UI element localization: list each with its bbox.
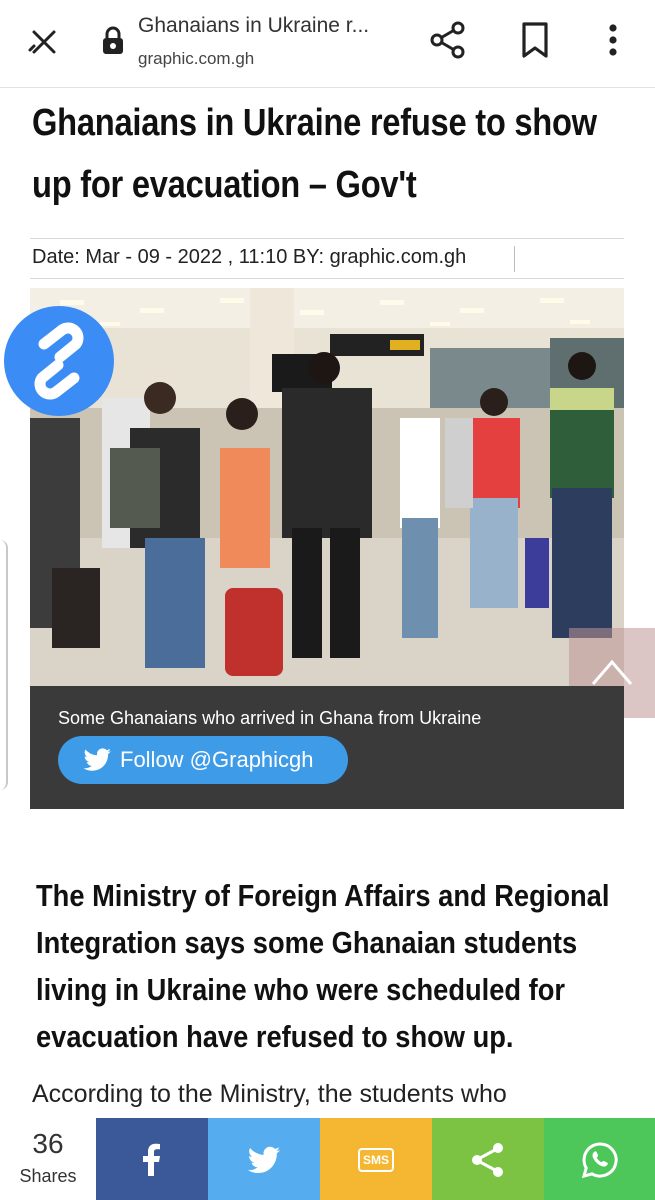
divider — [30, 238, 624, 239]
lock-icon[interactable] — [100, 26, 126, 56]
twitter-icon — [247, 1146, 280, 1173]
share-bar: 36 Shares SMS — [0, 1118, 655, 1200]
airport-crowd-image — [30, 288, 624, 686]
article-paragraph: According to the Ministry, the students … — [32, 1080, 507, 1108]
page-title[interactable]: Ghanaians in Ukraine r... — [138, 14, 369, 38]
divider — [30, 278, 624, 279]
shazam-floating-button[interactable] — [4, 306, 114, 416]
follow-label: Follow @Graphicgh — [120, 747, 314, 772]
whatsapp-share-button[interactable] — [544, 1118, 655, 1200]
sms-icon: SMS — [358, 1148, 394, 1172]
divider — [514, 246, 515, 272]
photo-caption-box: Some Ghanaians who arrived in Ghana from… — [30, 686, 624, 809]
edge-panel-handle[interactable] — [0, 540, 8, 790]
article-lead: The Ministry of Foreign Affairs and Regi… — [36, 878, 610, 1054]
generic-share-button[interactable] — [432, 1118, 544, 1200]
bookmark-icon[interactable] — [518, 20, 552, 60]
twitter-bird-icon — [83, 748, 111, 771]
shazam-icon — [34, 322, 84, 400]
share-count-label: Shares — [19, 1166, 77, 1186]
article-meta: Date: Mar - 09 - 2022 , 11:10 BY: graphi… — [32, 246, 467, 268]
photo-caption: Some Ghanaians who arrived in Ghana from… — [58, 708, 482, 728]
article-photo[interactable] — [30, 288, 624, 686]
close-icon[interactable] — [26, 24, 62, 60]
more-vertical-icon[interactable] — [598, 18, 628, 62]
facebook-share-button[interactable] — [96, 1118, 208, 1200]
twitter-share-button[interactable] — [208, 1118, 320, 1200]
share-icon — [472, 1143, 503, 1177]
follow-twitter-button[interactable]: Follow @Graphicgh — [58, 736, 348, 784]
url-text[interactable]: graphic.com.gh — [138, 49, 254, 69]
share-count: 36 Shares — [0, 1118, 96, 1200]
article-headline: Ghanaians in Ukraine refuse to show up f… — [32, 102, 597, 206]
facebook-icon — [143, 1143, 160, 1176]
sms-share-button[interactable]: SMS — [320, 1118, 432, 1200]
share-count-number: 36 — [32, 1128, 64, 1159]
share-icon[interactable] — [428, 20, 468, 60]
whatsapp-icon — [581, 1142, 618, 1179]
browser-toolbar: Ghanaians in Ukraine r... graphic.com.gh — [0, 0, 655, 88]
